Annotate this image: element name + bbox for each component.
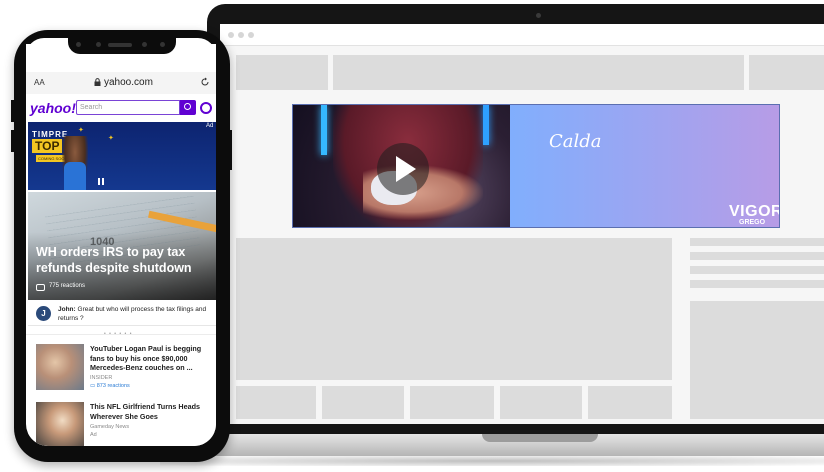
yahoo-header: yahoo! Search — [26, 96, 216, 120]
comment-text: John: Great but who will process the tax… — [58, 305, 210, 323]
browser-toolbar — [220, 24, 824, 46]
placeholder-sidebar-line — [690, 280, 824, 288]
window-minimize-dot[interactable] — [238, 32, 244, 38]
neon-light — [483, 105, 489, 145]
placeholder-logo-block — [236, 55, 328, 90]
ad-script-text: Calda — [549, 131, 602, 152]
laptop-camera — [536, 13, 541, 18]
laptop-base — [128, 434, 824, 456]
list-item[interactable]: YouTuber Logan Paul is begging fans to b… — [28, 342, 216, 392]
play-icon[interactable] — [377, 143, 429, 195]
placeholder-card — [322, 386, 404, 419]
story-source: Gameday News — [90, 424, 130, 430]
comment-body: Great but who will process the tax filin… — [58, 306, 207, 322]
device-mockup: Calda VIGOR GREGO AA yahoo.com yahoo! Se… — [0, 0, 824, 472]
hero-headline[interactable]: WH orders IRS to pay tax refunds despite… — [36, 244, 214, 276]
mail-icon[interactable] — [200, 102, 212, 114]
phone-screen: AA yahoo.com yahoo! Search Ad TIMPRE TOP… — [26, 44, 216, 446]
placeholder-header-right-block — [749, 55, 824, 90]
divider — [26, 334, 216, 335]
placeholder-card — [236, 386, 316, 419]
placeholder-card — [410, 386, 494, 419]
comment-author: John: — [58, 306, 76, 313]
sensor-icon — [142, 42, 147, 47]
sensor-icon — [96, 42, 101, 47]
speaker-grille — [108, 43, 132, 47]
hero-reactions[interactable]: 775 reactions — [49, 283, 85, 289]
phone-volume-button — [11, 130, 14, 152]
story-source: INSIDER — [90, 375, 113, 381]
placeholder-main-content — [236, 238, 672, 380]
neon-light — [321, 105, 327, 155]
sparkle-icon: ✦ — [78, 127, 84, 134]
story-title[interactable]: This NFL Girlfriend Turns Heads Wherever… — [90, 402, 212, 421]
mobile-url-bar[interactable]: AA yahoo.com — [26, 72, 216, 94]
story-reactions-label: 873 reactions — [96, 383, 130, 389]
placeholder-sidebar-line — [690, 252, 824, 260]
phone-volume-button — [11, 100, 14, 122]
camera-icon — [76, 42, 81, 47]
laptop-shadow — [160, 456, 824, 466]
placeholder-sidebar-box — [690, 301, 824, 419]
story-reactions[interactable]: ▭ 873 reactions — [90, 383, 130, 389]
camera-icon — [160, 42, 165, 47]
phone-power-button — [229, 130, 232, 170]
story-thumbnail — [36, 344, 84, 390]
comment-icon: ▭ — [90, 383, 97, 389]
sparkle-icon: ✦ — [108, 135, 114, 142]
ad-sub-brand: GREGO — [739, 219, 766, 226]
comment-icon — [36, 284, 45, 291]
search-icon[interactable] — [180, 100, 196, 115]
ad-banner[interactable]: Ad TIMPRE TOP COMING SOON ✦ ✦ — [28, 122, 216, 190]
top-comment[interactable]: J John: Great but who will process the t… — [28, 302, 216, 326]
ad-label: Ad — [90, 432, 97, 438]
text-size-button[interactable]: AA — [34, 78, 45, 87]
placeholder-sidebar-line — [690, 266, 824, 274]
placeholder-nav-block — [333, 55, 744, 90]
laptop-hinge-notch — [482, 434, 598, 442]
ad-label: Ad — [206, 123, 214, 129]
window-zoom-dot[interactable] — [248, 32, 254, 38]
yahoo-logo[interactable]: yahoo! — [30, 100, 76, 116]
url-text: yahoo.com — [104, 77, 153, 88]
reload-icon[interactable] — [200, 77, 210, 87]
ad-brand-line2: TOP — [32, 139, 63, 153]
video-ad[interactable]: Calda VIGOR GREGO — [292, 104, 780, 228]
ad-model-dress — [64, 162, 86, 190]
video-frame — [293, 105, 510, 227]
window-close-dot[interactable] — [228, 32, 234, 38]
lock-icon — [94, 78, 101, 86]
placeholder-sidebar-line — [690, 238, 824, 246]
pause-icon[interactable] — [98, 178, 104, 185]
avatar: J — [36, 306, 51, 321]
placeholder-card — [500, 386, 582, 419]
story-thumbnail — [36, 402, 84, 446]
placeholder-card — [588, 386, 672, 419]
hero-story[interactable]: 1040 WH orders IRS to pay tax refunds de… — [28, 192, 216, 300]
list-item[interactable]: This NFL Girlfriend Turns Heads Wherever… — [28, 400, 216, 446]
search-input[interactable]: Search — [76, 100, 180, 115]
story-title[interactable]: YouTuber Logan Paul is begging fans to b… — [90, 344, 212, 373]
laptop-screen: Calda VIGOR GREGO — [220, 24, 824, 424]
